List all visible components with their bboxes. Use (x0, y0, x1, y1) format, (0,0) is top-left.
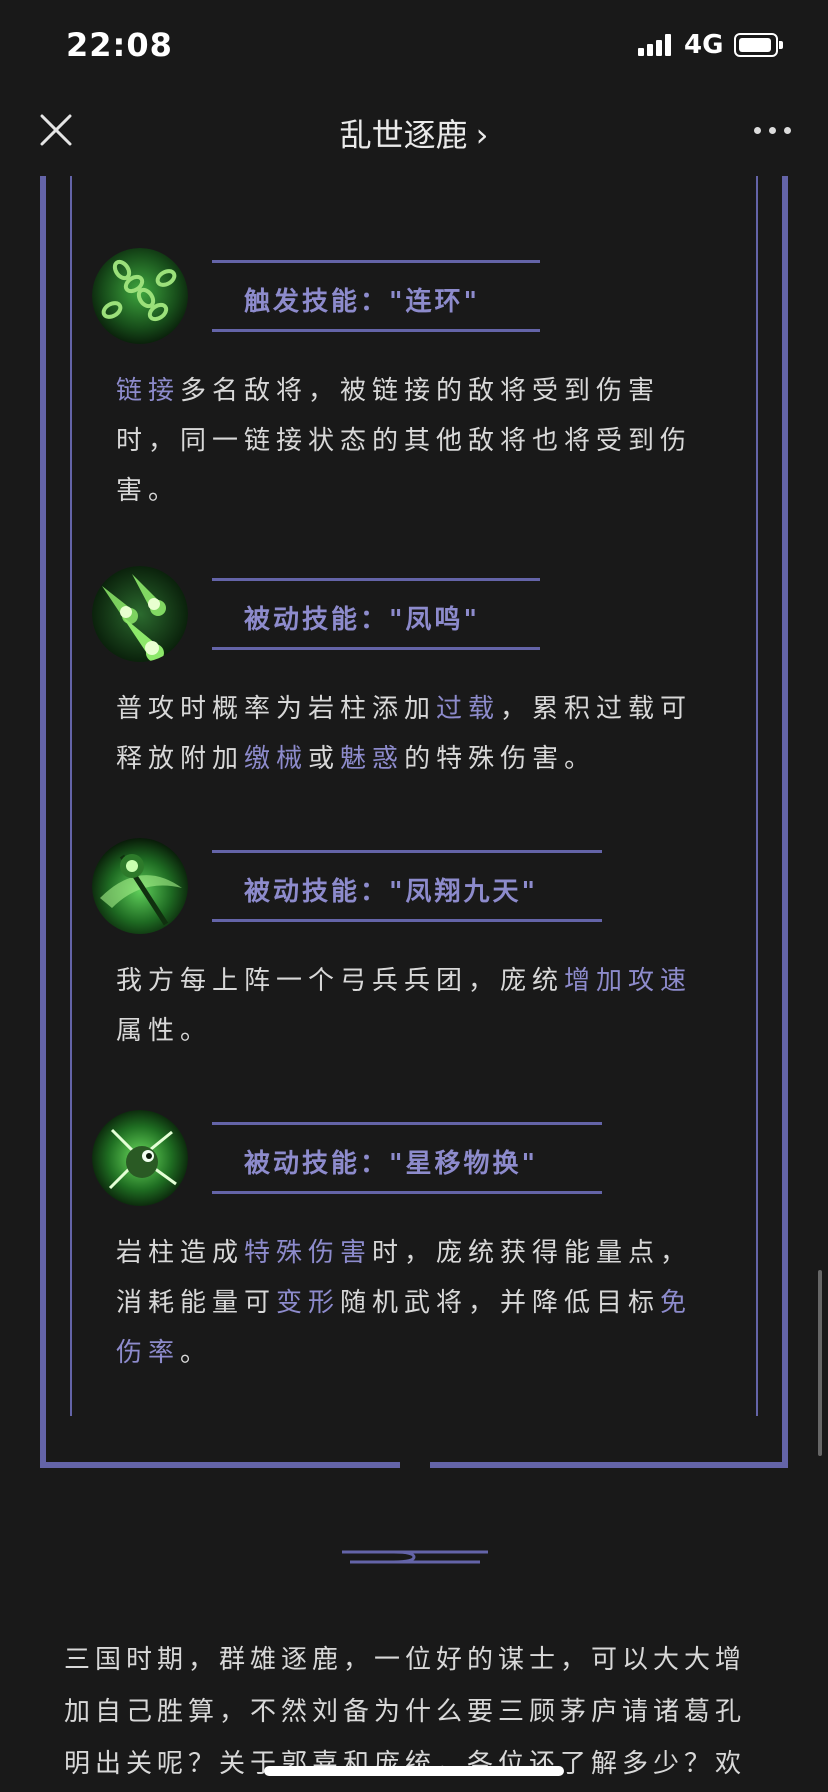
skill-title: 被动技能："星移物换" (244, 1149, 539, 1179)
green-comet-icon (92, 566, 188, 662)
skill-title: 被动技能："凤鸣" (244, 605, 481, 635)
frame-inner-line-left (70, 176, 72, 1416)
highlighted-term: 变形 (276, 1288, 341, 1318)
nav-bar: 乱世逐鹿 › (0, 90, 828, 176)
scrollbar[interactable] (818, 1270, 822, 1456)
highlighted-term: 特殊伤害 (244, 1238, 373, 1268)
highlighted-term: 魅惑 (340, 744, 405, 774)
skill-title-bar: 触发技能："连环" (212, 260, 540, 332)
soaring-phoenix-icon (92, 838, 188, 934)
skill-title: 被动技能："凤翔九天" (244, 877, 539, 907)
skill-title-bar: 被动技能："凤翔九天" (212, 850, 602, 922)
description-text: 或 (308, 744, 341, 774)
frame-border-bottom-right (430, 1462, 788, 1468)
skill-description: 我方每上阵一个弓兵兵团，庞统增加攻速属性。 (116, 956, 716, 1056)
account-title[interactable]: 乱世逐鹿 › (0, 110, 828, 156)
skill-description: 岩柱造成特殊伤害时，庞统获得能量点，消耗能量可变形随机武将，并降低目标免伤率。 (116, 1228, 716, 1378)
chain-orb-icon (92, 248, 188, 344)
description-text: 的特殊伤害。 (404, 744, 597, 774)
description-text: 多名敌将，被链接的敌将受到伤害时，同一链接状态的其他敌将也将受到伤害。 (116, 376, 693, 506)
more-icon[interactable] (752, 120, 792, 140)
status-bar: 22:08 4G (0, 0, 828, 90)
description-text: 。 (180, 1338, 213, 1368)
frame-border-bottom-left (40, 1462, 400, 1468)
skill-title-bar: 被动技能："凤鸣" (212, 578, 540, 650)
battery-icon (734, 33, 783, 57)
highlighted-term: 增加攻速 (564, 966, 693, 996)
chevron-right-icon[interactable]: › (476, 116, 489, 154)
description-text: 我方每上阵一个弓兵兵团，庞统 (116, 966, 565, 996)
description-text: 属性。 (116, 1016, 213, 1046)
description-text: 普攻时概率为岩柱添加 (116, 694, 437, 724)
star-shift-icon (92, 1110, 188, 1206)
skill-title-bar: 被动技能："星移物换" (212, 1122, 602, 1194)
description-text: 随机武将，并降低目标 (340, 1288, 661, 1318)
highlighted-term: 缴械 (244, 744, 309, 774)
skill-description: 普攻时概率为岩柱添加过载，累积过载可释放附加缴械或魅惑的特殊伤害。 (116, 684, 716, 784)
frame-inner-line-right (756, 176, 758, 1416)
home-indicator[interactable] (264, 1766, 564, 1776)
highlighted-term: 过载 (436, 694, 501, 724)
network-type: 4G (684, 30, 724, 60)
frame-border-right (782, 176, 788, 1468)
skill-title: 触发技能："连环" (244, 287, 481, 317)
highlighted-term: 链接 (116, 376, 181, 406)
frame-border-left (40, 176, 46, 1468)
section-divider-ornament (342, 1546, 488, 1566)
status-time: 22:08 (66, 26, 173, 64)
description-text: 岩柱造成 (116, 1238, 245, 1268)
page-title[interactable]: 乱世逐鹿 (340, 116, 468, 154)
signal-icon (638, 34, 672, 56)
skill-description: 链接多名敌将，被链接的敌将受到伤害时，同一链接状态的其他敌将也将受到伤害。 (116, 366, 716, 516)
